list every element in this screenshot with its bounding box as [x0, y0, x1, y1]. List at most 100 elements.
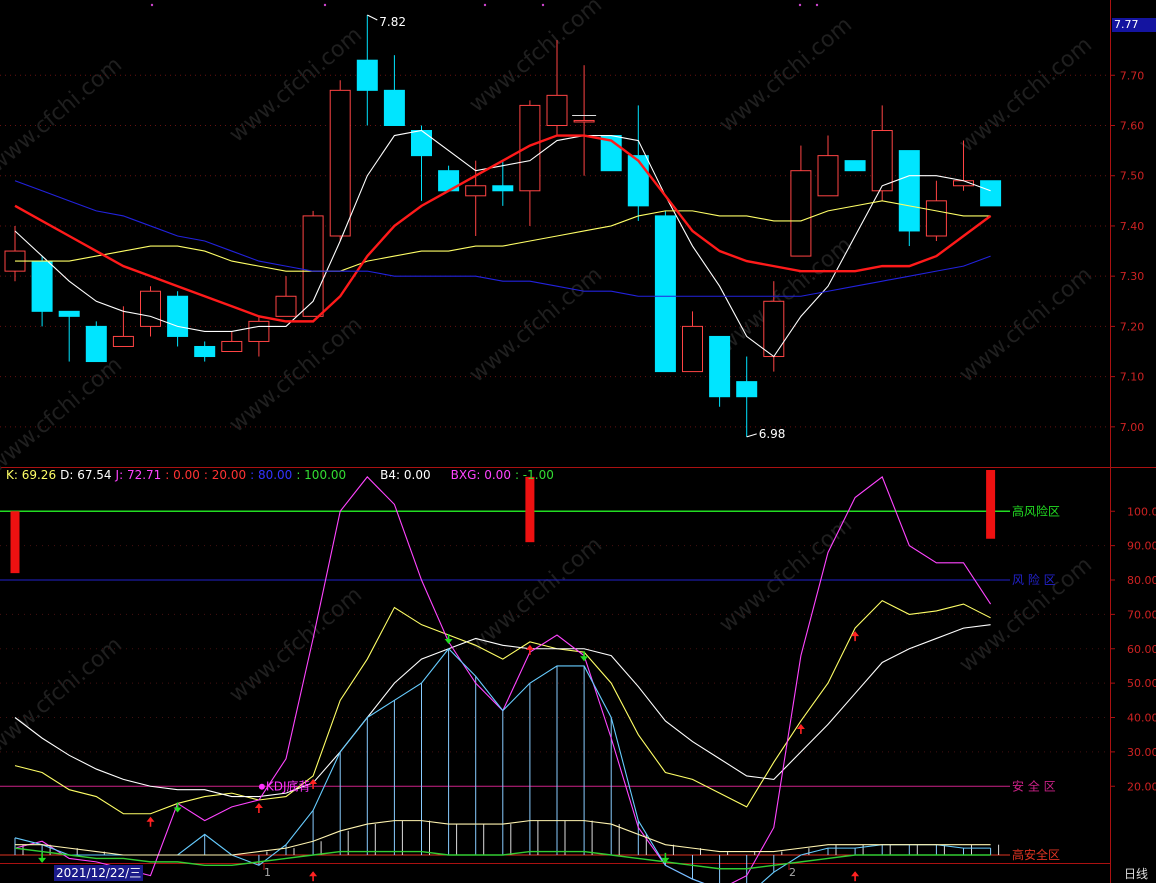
candle: [167, 291, 189, 347]
top-marker-dot: [815, 3, 819, 7]
candle-body: [844, 160, 866, 172]
candle-body: [221, 340, 243, 353]
legend-item: : 100.00: [296, 468, 347, 482]
watermark-text: www.cfchi.com: [225, 312, 367, 437]
high-price-label: 7.82: [379, 15, 406, 29]
candle: [654, 210, 676, 373]
legend-item: : 20.00: [203, 468, 247, 482]
sell-arrow-icon: [38, 852, 47, 863]
candle: [817, 135, 839, 197]
reference-line-label: 高风险区: [1012, 503, 1060, 518]
candle: [573, 65, 595, 176]
candle-body: [275, 295, 297, 317]
arrow-head: [444, 639, 453, 644]
candle-body: [85, 325, 107, 363]
candle: [682, 311, 703, 373]
candle-body: [654, 215, 676, 373]
candle: [58, 310, 80, 362]
arrow-head: [851, 871, 860, 877]
arrow-head: [309, 871, 318, 877]
candle-body: [248, 320, 270, 342]
arrow-head: [146, 816, 155, 822]
top-marker-dot: [150, 3, 154, 7]
candle: [383, 55, 405, 126]
kdj-tick-label: 60.00: [1127, 643, 1156, 656]
annotation-dot: [258, 783, 265, 790]
current-date-label: 2021/12/22/三: [54, 865, 144, 881]
chart-canvas: www.cfchi.com www.cfchi.com www.cfchi.com w…: [0, 0, 1156, 883]
candle-body: [709, 335, 731, 398]
candle: [356, 15, 378, 126]
buy-arrow-icon: [851, 871, 860, 882]
kdj-tick-label: 20.00: [1127, 780, 1156, 793]
buy-arrow-icon: [525, 644, 534, 655]
price-tick-label: 7.50: [1120, 170, 1145, 183]
month-tick-1: 1: [264, 866, 271, 879]
watermark-text: www.cfchi.com: [465, 0, 607, 118]
low-marker-line: [746, 433, 757, 438]
legend-item: B4: 0.00: [380, 468, 431, 482]
buy-arrow-icon: [146, 816, 155, 827]
watermark-text: www.cfchi.com: [465, 262, 607, 387]
candle-body: [817, 155, 839, 197]
candle-body: [573, 119, 595, 123]
top-marker-dot: [798, 3, 802, 7]
watermark-text: www.cfchi.com: [465, 532, 607, 657]
candle-body: [980, 180, 1002, 207]
watermark-text: www.cfchi.com: [955, 32, 1097, 157]
legend-item: : 80.00: [250, 468, 293, 482]
candle-body: [898, 150, 920, 232]
watermark-text: www.cfchi.com: [0, 632, 127, 757]
candle-body: [383, 89, 405, 126]
low-price-label: 6.98: [759, 427, 786, 441]
price-tick-label: 7.10: [1120, 371, 1145, 384]
kdj-legend: K: 69.26 D: 67.54 J: 72.71: 0.00: 20.00: 8…: [6, 468, 558, 482]
candle-body: [736, 381, 758, 398]
candle-body: [140, 290, 161, 327]
arrow-head: [525, 644, 534, 650]
kdj-tick-label: 50.00: [1127, 677, 1156, 690]
candle-body: [329, 89, 351, 237]
candle: [140, 286, 161, 337]
candle: [4, 225, 26, 282]
candle-body: [519, 104, 541, 192]
candle-body: [871, 130, 893, 192]
top-marker-dot: [541, 3, 545, 7]
candle: [709, 335, 731, 407]
candle: [31, 256, 53, 327]
signal-bar: [986, 470, 996, 539]
candle-body: [492, 185, 514, 192]
candle: [980, 180, 1002, 207]
watermark-text: www.cfchi.com: [955, 262, 1097, 387]
top-marker-dot: [323, 3, 327, 7]
candle-body: [356, 59, 378, 91]
candle-body: [194, 345, 216, 358]
candle: [898, 150, 920, 247]
candle: [519, 100, 541, 226]
candle: [248, 316, 270, 357]
candle-body: [58, 310, 80, 317]
candle-body: [682, 325, 703, 373]
candle: [736, 356, 758, 437]
watermark-text: www.cfchi.com: [225, 582, 367, 707]
buy-arrow-icon: [309, 871, 318, 882]
kdj-tick-label: 80.00: [1127, 574, 1156, 587]
candle-body: [627, 155, 649, 207]
legend-item: : -1.00: [514, 468, 554, 482]
candle-body: [465, 185, 487, 197]
price-tick-label: 7.60: [1120, 119, 1145, 132]
candle: [411, 125, 432, 201]
reference-line-label: 安 全 区: [1012, 778, 1056, 793]
candle-body: [546, 94, 568, 126]
legend-item: K: 69.26: [6, 468, 57, 482]
watermark-text: www.cfchi.com: [0, 52, 127, 177]
sell-arrow-icon: [580, 651, 589, 662]
kdj-tick-label: 100.00: [1127, 505, 1156, 518]
candle: [221, 331, 243, 353]
arrow-head: [580, 656, 589, 662]
legend-item: : 0.00: [165, 468, 200, 482]
period-label[interactable]: 日线: [1124, 865, 1148, 882]
legend-item: J: 72.71: [115, 468, 162, 482]
candle-body: [167, 295, 189, 337]
last-price-label: 7.77: [1112, 18, 1156, 32]
